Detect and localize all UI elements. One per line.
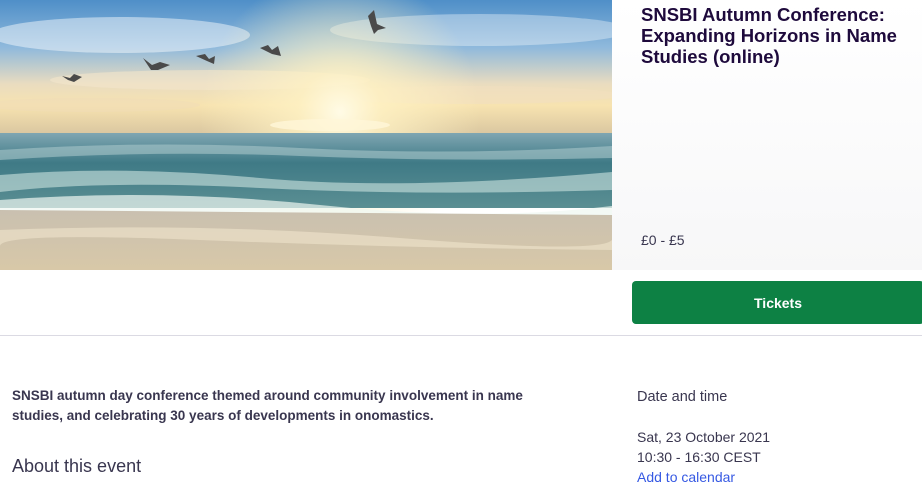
event-summary-text: SNSBI autumn day conference themed aroun… [12,388,523,423]
add-to-calendar-link[interactable]: Add to calendar [637,467,917,487]
event-summary-panel: SNSBI Autumn Conference: Expanding Horiz… [612,0,922,270]
event-time: 10:30 - 16:30 CEST [637,449,761,465]
event-title: SNSBI Autumn Conference: Expanding Horiz… [641,4,897,67]
price-range: £0 - £5 [641,232,685,248]
ticket-bar: Tickets [0,270,922,336]
about-event-heading: About this event [12,456,142,476]
date-and-time-section: Date and time Sat, 23 October 2021 10:30… [637,388,917,487]
date-time-heading: Date and time [637,389,728,405]
beach-photo [0,0,612,270]
tickets-button[interactable]: Tickets [632,281,922,324]
event-date: Sat, 23 October 2021 [637,429,771,445]
event-hero-image [0,0,612,270]
event-hero: SNSBI Autumn Conference: Expanding Horiz… [0,0,922,270]
